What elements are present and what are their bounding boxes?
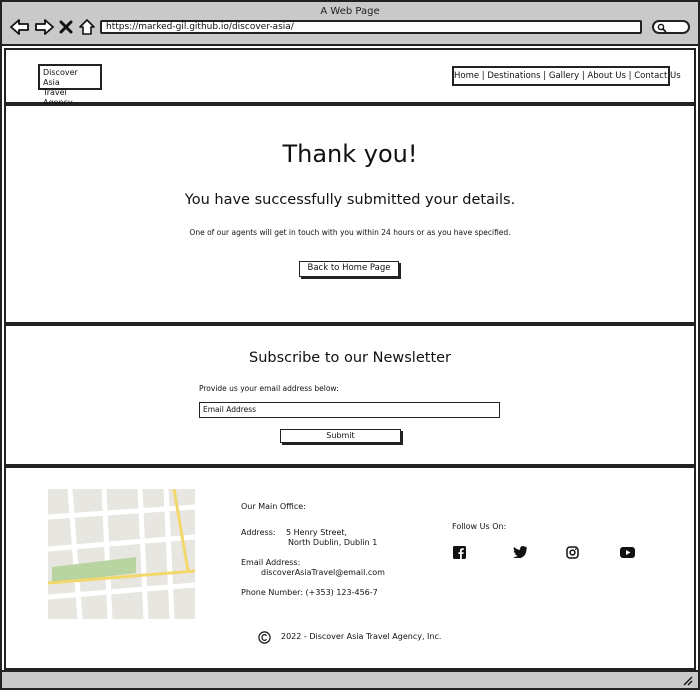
close-icon[interactable] <box>58 18 74 36</box>
address-bar[interactable]: https://marked-gil.github.io/discover-as… <box>100 20 642 34</box>
facebook-icon[interactable] <box>452 545 466 559</box>
submit-button[interactable]: Submit <box>280 429 401 443</box>
office-map[interactable] <box>48 489 195 619</box>
success-message: One of our agents will get in touch with… <box>189 228 511 237</box>
back-to-home-button[interactable]: Back to Home Page <box>299 261 399 277</box>
address-label: Address: <box>241 528 276 537</box>
email-label: Email Address: <box>241 558 301 567</box>
back-arrow-icon[interactable] <box>10 18 30 36</box>
resize-handle-icon[interactable] <box>682 675 693 686</box>
home-icon[interactable] <box>78 18 96 36</box>
email-value[interactable]: discoverAsiaTravel@email.com <box>261 568 385 578</box>
copyright-icon <box>257 630 271 644</box>
address-line2: North Dublin, Dublin 1 <box>288 538 378 547</box>
nav-home[interactable]: Home <box>454 71 479 81</box>
newsletter-heading: Subscribe to our Newsletter <box>248 350 452 366</box>
newsletter-prompt: Provide us your email address below: <box>199 384 339 393</box>
forward-arrow-icon[interactable] <box>34 18 54 36</box>
nav-gallery[interactable]: Gallery <box>549 71 579 81</box>
main-nav: Home | Destinations | Gallery | About Us… <box>452 66 681 86</box>
thank-you-section <box>4 104 696 324</box>
nav-destinations[interactable]: Destinations <box>487 71 540 81</box>
thank-you-heading: Thank you! <box>282 140 418 168</box>
address-line1: 5 Henry Street, <box>286 528 348 537</box>
logo-line1: Discover Asia <box>43 68 78 87</box>
browser-titlebar: A Web Page https://marked-gil.github.io/… <box>2 2 698 46</box>
twitter-icon[interactable] <box>512 545 527 559</box>
window-title: A Web Page <box>320 6 380 17</box>
nav-about-us[interactable]: About Us <box>587 71 625 81</box>
nav-contact-us[interactable]: Contact Us <box>634 71 680 81</box>
phone-number: Phone Number: (+353) 123-456-7 <box>241 588 378 597</box>
newsletter-section <box>4 324 696 466</box>
office-heading: Our Main Office: <box>241 502 306 511</box>
follow-label: Follow Us On: <box>452 522 507 531</box>
search-icon <box>657 23 667 33</box>
site-logo[interactable]: Discover Asia Travel Agency <box>38 64 102 107</box>
email-input[interactable]: Email Address <box>199 402 500 418</box>
copyright-text: 2022 - Discover Asia Travel Agency, Inc. <box>281 632 442 641</box>
browser-search-field[interactable] <box>652 20 690 34</box>
youtube-icon[interactable] <box>619 546 635 558</box>
browser-statusbar <box>2 670 698 688</box>
success-subheading: You have successfully submitted your det… <box>184 192 516 208</box>
instagram-icon[interactable] <box>565 545 579 559</box>
